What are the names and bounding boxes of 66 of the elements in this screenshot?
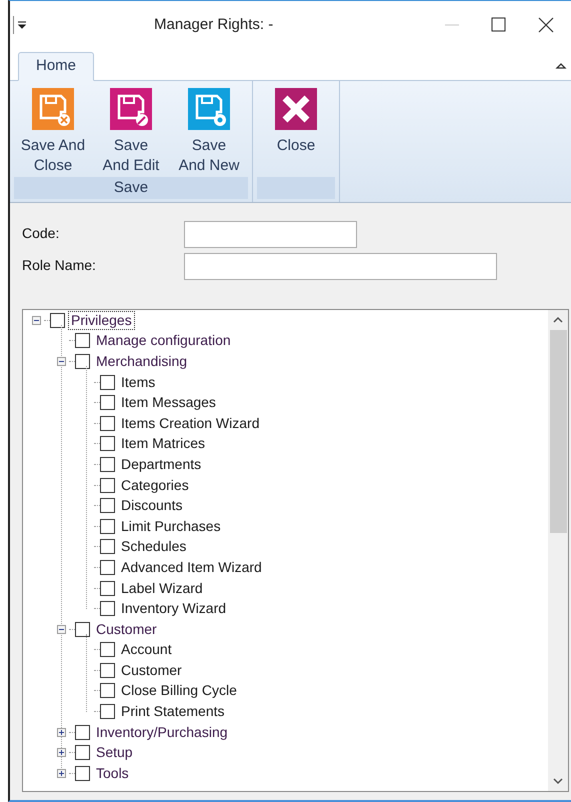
tree-item-label[interactable]: Item Messages xyxy=(118,393,219,412)
collapse-icon[interactable] xyxy=(56,624,66,634)
code-label: Code: xyxy=(22,224,60,243)
scrollbar[interactable] xyxy=(548,310,568,791)
tree-item-label[interactable]: Advanced Item Wizard xyxy=(118,558,265,577)
checkbox[interactable] xyxy=(100,478,115,493)
tree-item-label[interactable]: Customer xyxy=(118,660,185,680)
tree-item-label[interactable]: Inventory/Purchasing xyxy=(93,722,231,742)
checkbox[interactable] xyxy=(100,580,115,596)
checkbox[interactable] xyxy=(100,662,115,678)
ribbon-tab[interactable]: Home xyxy=(18,52,94,81)
tree-item-label[interactable]: Account xyxy=(118,640,175,660)
checkbox[interactable] xyxy=(75,724,90,740)
ribbon-button[interactable]: Save And Close xyxy=(14,87,92,177)
collapse-icon[interactable] xyxy=(32,316,40,325)
tree-item-label[interactable]: Categories xyxy=(118,476,192,495)
checkbox[interactable] xyxy=(75,745,90,760)
expand-icon[interactable] xyxy=(56,728,66,737)
checkbox[interactable] xyxy=(100,416,115,431)
checkbox[interactable] xyxy=(100,518,115,534)
tree-item-label[interactable]: Items Creation Wizard xyxy=(118,414,262,433)
checkbox[interactable] xyxy=(50,312,65,328)
role-name-label: Role Name: xyxy=(22,256,97,275)
tree-item-label[interactable]: Close Billing Cycle xyxy=(118,681,240,700)
tree-item-label[interactable]: Schedules xyxy=(118,537,190,556)
tree-item-label[interactable]: Discounts xyxy=(118,496,186,516)
tree-item-label[interactable]: Inventory Wizard xyxy=(118,599,230,618)
quick-access-menu-icon[interactable] xyxy=(17,20,27,30)
tree-item-label[interactable]: Items xyxy=(118,372,158,392)
tree-item-label[interactable]: Merchandising xyxy=(93,352,190,371)
ribbon-group-label: Save xyxy=(14,177,248,199)
checkbox[interactable] xyxy=(100,560,115,575)
expand-icon[interactable] xyxy=(56,768,66,778)
checkbox[interactable] xyxy=(75,333,90,348)
checkbox[interactable] xyxy=(100,436,115,452)
tree-item-label[interactable]: Customer xyxy=(93,620,160,639)
checkbox[interactable] xyxy=(75,354,90,369)
window-title: Manager Rights: - xyxy=(154,14,274,35)
ribbon-button[interactable]: Close xyxy=(257,87,335,177)
checkbox[interactable] xyxy=(100,539,115,554)
collapse-icon[interactable] xyxy=(56,356,66,366)
tree-item-label[interactable]: Departments xyxy=(118,454,204,474)
checkbox[interactable] xyxy=(100,704,115,720)
tree-item-label[interactable]: Print Statements xyxy=(118,702,228,722)
ribbon-button[interactable]: Save And New xyxy=(170,87,248,177)
tree-item-label[interactable]: Limit Purchases xyxy=(118,516,224,536)
checkbox[interactable] xyxy=(100,395,115,410)
checkbox[interactable] xyxy=(100,683,115,698)
tree-item-label[interactable]: Setup xyxy=(93,743,136,762)
tree-item-label[interactable]: Manage configuration xyxy=(93,331,234,350)
expand-icon[interactable] xyxy=(56,748,66,758)
close-icon xyxy=(275,88,317,130)
checkbox[interactable] xyxy=(100,374,115,390)
checkbox[interactable] xyxy=(75,622,90,637)
checkbox[interactable] xyxy=(100,601,115,616)
tree-item-label[interactable]: Tools xyxy=(93,764,132,783)
checkbox[interactable] xyxy=(100,456,115,472)
checkbox[interactable] xyxy=(100,642,115,658)
code-field[interactable] xyxy=(184,221,357,248)
ribbon-button[interactable]: Save And Edit xyxy=(92,87,170,177)
checkbox[interactable] xyxy=(100,498,115,514)
role-name-field[interactable] xyxy=(184,253,497,280)
checkbox[interactable] xyxy=(75,766,90,781)
tree-item-label[interactable]: Privileges xyxy=(68,310,135,330)
tree-item-label[interactable]: Label Wizard xyxy=(118,578,206,598)
tree-item-label[interactable]: Item Matrices xyxy=(118,434,208,454)
